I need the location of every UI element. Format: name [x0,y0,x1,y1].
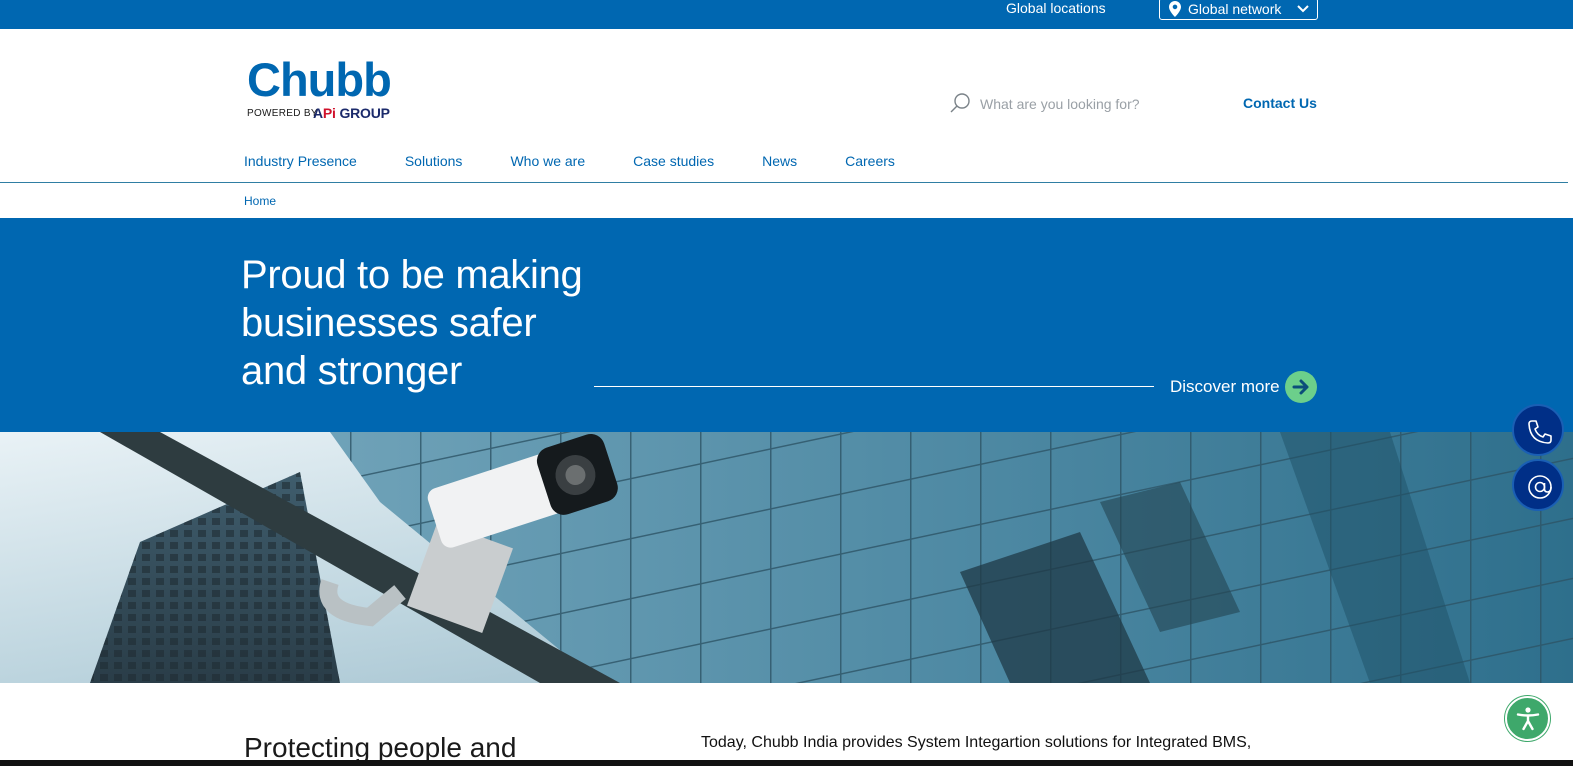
accessibility-icon [1516,707,1540,731]
nav-item-case-studies[interactable]: Case studies [633,153,714,173]
contact-us-link[interactable]: Contact Us [1243,95,1317,111]
phone-button[interactable] [1512,404,1564,456]
intro-paragraph: Today, Chubb India provides System Integ… [701,734,1252,751]
cctv-camera-building-photo [0,432,1573,683]
arrow-right-circle-icon[interactable] [1285,371,1317,403]
site-search [950,92,1220,116]
hero-banner: Proud to be making businesses safer and … [0,218,1573,433]
viewport-bottom-edge [0,760,1573,766]
search-icon[interactable] [950,92,972,114]
global-network-label: Global network [1188,1,1282,17]
logo-api-group: APi GROUP [313,105,390,121]
chevron-down-icon [1297,5,1309,13]
nav-divider [0,182,1568,183]
accessibility-button[interactable] [1505,696,1550,741]
nav-item-careers[interactable]: Careers [845,153,895,173]
top-utility-bar: Global locations Global network [0,0,1573,29]
nav-item-solutions[interactable]: Solutions [405,153,463,173]
nav-item-industry-presence[interactable]: Industry Presence [244,153,357,173]
nav-item-news[interactable]: News [762,153,797,173]
phone-icon [1528,420,1552,444]
breadcrumb-home[interactable]: Home [244,194,276,208]
hero-title: Proud to be making businesses safer and … [241,253,583,393]
at-sign-icon [1528,475,1552,499]
map-pin-icon [1169,1,1181,17]
search-input[interactable] [980,94,1200,114]
email-button[interactable] [1512,459,1564,511]
main-nav: Industry Presence Solutions Who we are C… [244,153,943,173]
hero-divider-line [594,386,1154,387]
global-network-dropdown[interactable]: Global network [1159,0,1318,20]
logo-wordmark: Chubb [247,53,392,106]
logo-powered-by: POWERED BY [247,108,318,119]
chubb-logo[interactable]: Chubb POWERED BY APi GROUP [247,56,407,126]
global-locations-link[interactable]: Global locations [1006,0,1106,16]
nav-item-who-we-are[interactable]: Who we are [510,153,585,173]
breadcrumb: Home [244,194,276,208]
discover-more-link[interactable]: Discover more [1170,377,1280,397]
